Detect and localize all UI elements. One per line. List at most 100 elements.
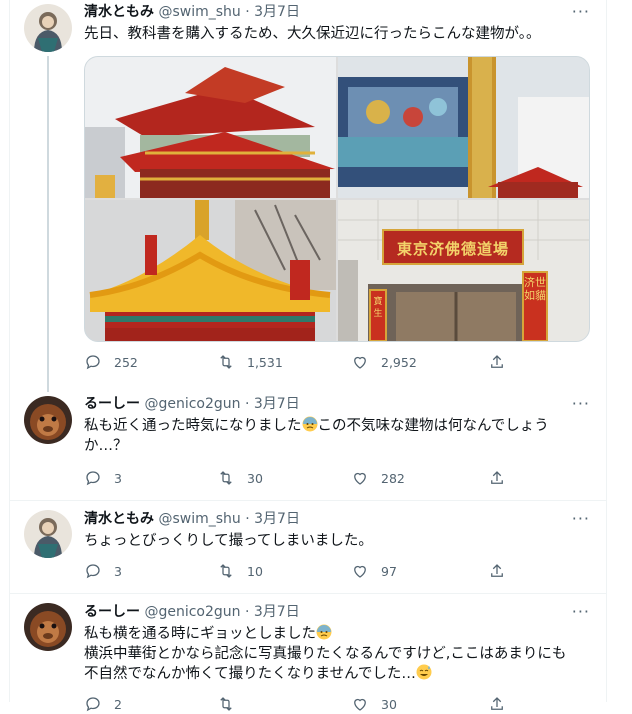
avatar[interactable] (24, 510, 72, 558)
display-name[interactable]: 清水ともみ (84, 4, 154, 20)
tweet-actions: 3 30 282 (84, 468, 584, 488)
retweet-icon (220, 697, 232, 711)
reply-icon (86, 697, 100, 712)
share-icon (491, 697, 503, 710)
more-options-icon[interactable]: ··· (572, 394, 590, 414)
tweet-1[interactable]: 清水ともみ @swim_shu · 3月7日 ··· 先日、教科書を購入するため… (10, 0, 606, 392)
user-handle[interactable]: @genico2gun (144, 604, 240, 620)
reply-button[interactable]: 3 (84, 561, 122, 581)
tweet-4[interactable]: るーしー @genico2gun · 3月7日 ··· 私も横を通る時にギョッと… (10, 594, 606, 712)
user-handle[interactable]: @swim_shu (158, 511, 240, 527)
tweet-header: 清水ともみ @swim_shu · 3月7日 (84, 509, 300, 529)
display-name[interactable]: るーしー (84, 604, 140, 620)
like-button[interactable]: 30 (351, 694, 397, 714)
tweet-actions: 3 10 97 (84, 561, 584, 581)
reply-icon (86, 471, 100, 486)
tweet-text: ちょっとびっくりして撮ってしまいました。 (84, 531, 592, 551)
tweet-text-line: 私も近く通った時気になりました (84, 418, 302, 434)
retweet-button[interactable]: 30 (217, 468, 263, 488)
reply-button[interactable]: 3 (84, 468, 122, 488)
tweet-header: 清水ともみ @swim_shu · 3月7日 (84, 2, 300, 22)
tweet-text-line: 不自然でなんか怖くて撮りたくなりませんでした… (84, 666, 416, 682)
like-count: 2,952 (381, 354, 417, 370)
photo-1[interactable] (85, 57, 336, 198)
tweet-text-line: この不気味な建物は何なんでしょう (317, 418, 549, 434)
tweet-date[interactable]: 3月7日 (254, 4, 300, 20)
tweet-text-line: か…？ (84, 438, 128, 454)
share-icon (491, 564, 503, 577)
reply-icon (86, 355, 100, 370)
anxious-face-icon (316, 624, 332, 640)
photo-sign-text: 東京济佛德道場 (396, 240, 509, 258)
photo-sign-text: 济世如貓 (524, 276, 546, 302)
reply-count: 3 (114, 470, 122, 486)
reply-count: 3 (114, 563, 122, 579)
retweet-button[interactable]: 1,531 (217, 352, 283, 372)
tweet-date[interactable]: 3月7日 (254, 396, 300, 412)
retweet-icon (220, 471, 232, 485)
share-button[interactable] (488, 694, 506, 714)
retweet-button[interactable] (217, 694, 247, 714)
separator-dot: · (245, 4, 250, 20)
heart-icon (354, 565, 366, 578)
heart-icon (354, 698, 366, 711)
like-button[interactable]: 2,952 (351, 352, 417, 372)
display-name[interactable]: 清水ともみ (84, 511, 154, 527)
tweet-text: 私も近く通った時気になりました この不気味な建物は何なんでしょう か…？ (84, 416, 592, 456)
photo-4[interactable]: 東京济佛德道場 济世如貓 寶生 (338, 200, 589, 341)
retweet-count: 1,531 (247, 354, 283, 370)
avatar[interactable] (24, 396, 72, 444)
tweet-text-line: 先日、教科書を購入するため、大久保近辺に行ったらこんな建物が。。 (84, 26, 541, 42)
anxious-face-icon (302, 416, 317, 432)
tweet-text-line: 私も横を通る時にギョッとしました (84, 626, 316, 642)
share-icon (491, 355, 503, 368)
like-button[interactable]: 97 (351, 561, 397, 581)
tweet-text: 先日、教科書を購入するため、大久保近辺に行ったらこんな建物が。。 (84, 24, 592, 44)
photo-2[interactable] (338, 57, 589, 198)
share-button[interactable] (488, 352, 506, 372)
retweet-button[interactable]: 10 (217, 561, 263, 581)
reply-icon (86, 564, 100, 579)
avatar[interactable] (24, 4, 72, 52)
tweet-actions: 2 30 (84, 694, 584, 714)
like-count: 282 (381, 470, 405, 486)
photo-sign-text: 寶生 (373, 297, 383, 319)
share-button[interactable] (488, 561, 506, 581)
reply-button[interactable]: 2 (84, 694, 122, 714)
tweet-3[interactable]: 清水ともみ @swim_shu · 3月7日 ··· ちょっとびっくりして撮って… (10, 501, 606, 594)
user-handle[interactable]: @genico2gun (144, 396, 240, 412)
retweet-count: 30 (247, 470, 263, 486)
tweet-header: るーしー @genico2gun · 3月7日 (84, 394, 300, 414)
reply-button[interactable]: 252 (84, 352, 138, 372)
tweet-text: 私も横を通る時にギョッとしました 横浜中華街とかなら記念に写真撮りたくなるんです… (84, 624, 592, 684)
like-button[interactable]: 282 (351, 468, 405, 488)
reply-count: 252 (114, 354, 138, 370)
more-options-icon[interactable]: ··· (572, 509, 590, 529)
photo-grid: 東京济佛德道場 济世如貓 寶生 (84, 56, 590, 342)
retweet-icon (220, 564, 232, 578)
tweet-header: るーしー @genico2gun · 3月7日 (84, 602, 300, 622)
tweet-2[interactable]: るーしー @genico2gun · 3月7日 ··· 私も近く通った時気になり… (10, 392, 606, 501)
separator-dot: · (244, 604, 250, 620)
timeline: 清水ともみ @swim_shu · 3月7日 ··· 先日、教科書を購入するため… (9, 0, 607, 712)
tweet-actions: 252 1,531 2,952 (84, 352, 584, 372)
share-button[interactable] (488, 468, 506, 488)
avatar[interactable] (24, 603, 72, 651)
sweat-smile-icon (416, 664, 432, 680)
tweet-date[interactable]: 3月7日 (254, 511, 300, 527)
reply-count: 2 (114, 696, 122, 712)
photo-3[interactable] (85, 200, 336, 341)
thread-line (47, 56, 49, 392)
more-options-icon[interactable]: ··· (572, 2, 590, 22)
heart-icon (354, 356, 366, 369)
display-name[interactable]: るーしー (84, 396, 140, 412)
separator-dot: · (245, 511, 250, 527)
tweet-text-line: ちょっとびっくりして撮ってしまいました。 (84, 533, 373, 549)
like-count: 97 (381, 563, 397, 579)
more-options-icon[interactable]: ··· (572, 602, 590, 622)
retweet-count: 10 (247, 563, 263, 579)
heart-icon (354, 472, 366, 485)
user-handle[interactable]: @swim_shu (158, 4, 240, 20)
like-count: 30 (381, 696, 397, 712)
tweet-date[interactable]: 3月7日 (254, 604, 300, 620)
